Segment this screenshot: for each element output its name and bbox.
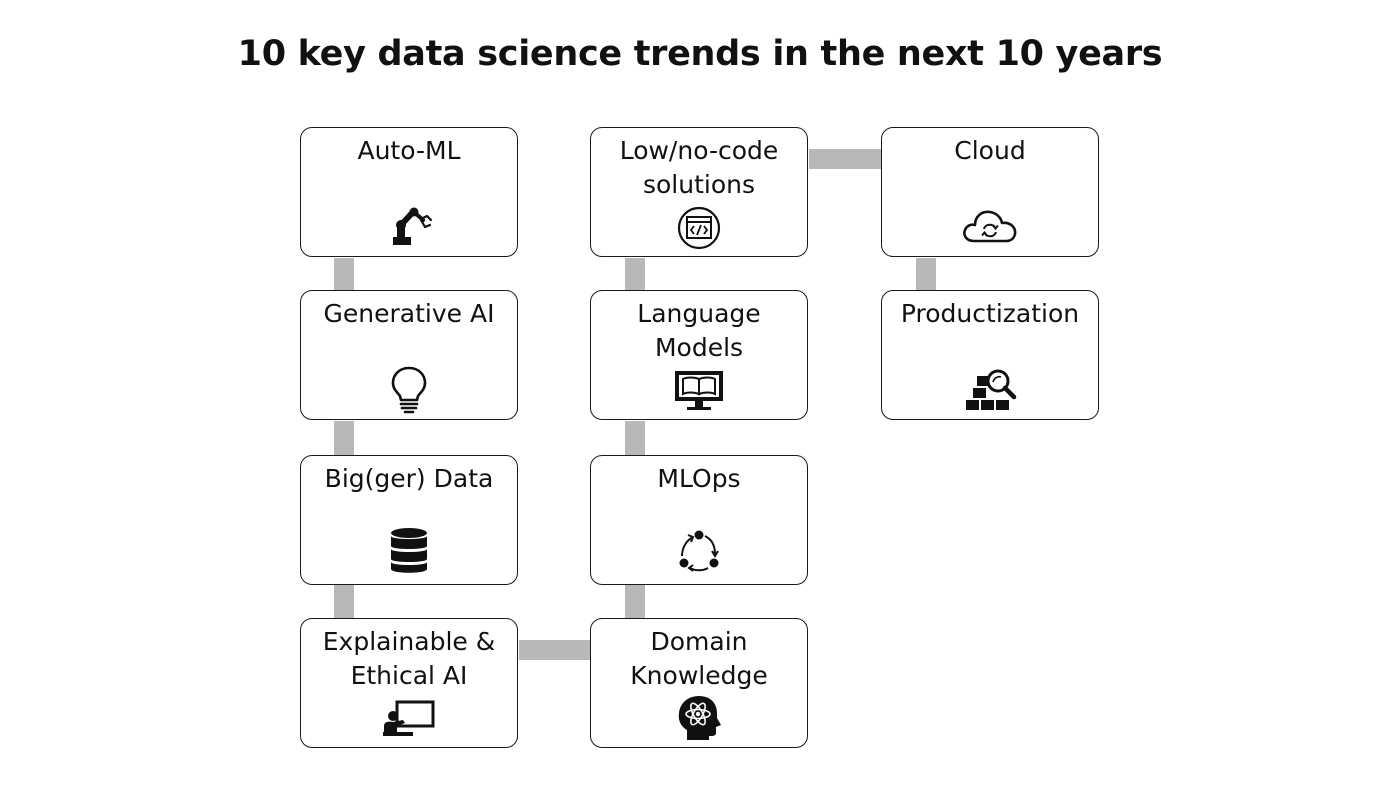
presentation-board-icon [379, 694, 439, 738]
trend-box-domain-knowledge: Domain Knowledge [590, 618, 808, 748]
trend-box-bigger-data: Big(ger) Data [300, 455, 518, 585]
trends-diagram: Auto-ML Generative AI Big(ger) Data Expl… [0, 0, 1400, 788]
trend-box-explainable-ethical-ai: Explainable & Ethical AI [300, 618, 518, 748]
trend-label: MLOps [657, 464, 741, 493]
database-icon [379, 527, 439, 575]
trend-label: Cloud [954, 136, 1026, 165]
trend-label: Domain Knowledge [630, 627, 768, 690]
trend-label: Explainable & Ethical AI [322, 627, 496, 690]
trend-box-productization: Productization [881, 290, 1099, 420]
trend-box-language-models: Language Models [590, 290, 808, 420]
cloud-sync-icon [960, 203, 1020, 247]
connector-generative-bigdata [334, 421, 354, 455]
lightbulb-icon [379, 364, 439, 414]
trend-label: Generative AI [323, 299, 495, 328]
connector-cloud-productization [916, 258, 936, 290]
connector-bigdata-explainable [334, 584, 354, 618]
trend-label: Low/no-code solutions [619, 136, 779, 199]
trend-label: Language Models [637, 299, 761, 362]
code-window-icon [669, 206, 729, 250]
trend-box-cloud: Cloud [881, 127, 1099, 257]
robot-arm-icon [379, 203, 439, 247]
trend-box-low-no-code: Low/no-code solutions [590, 127, 808, 257]
boxes-magnifier-icon [960, 364, 1020, 412]
trend-label: Productization [900, 299, 1080, 328]
connector-domain-mlops [625, 584, 645, 618]
cycle-arrows-icon [669, 527, 729, 575]
book-monitor-icon [669, 368, 729, 412]
trend-label: Auto-ML [357, 136, 461, 165]
trend-label: Big(ger) Data [324, 464, 494, 493]
connector-automl-generative [334, 258, 354, 290]
trend-box-mlops: MLOps [590, 455, 808, 585]
trend-box-generative-ai: Generative AI [300, 290, 518, 420]
atom-head-icon [669, 694, 729, 742]
connector-lowcode-cloud [809, 149, 881, 169]
connector-language-lowcode [625, 258, 645, 290]
connector-mlops-language [625, 421, 645, 455]
connector-explainable-domain [519, 640, 591, 660]
trend-box-auto-ml: Auto-ML [300, 127, 518, 257]
